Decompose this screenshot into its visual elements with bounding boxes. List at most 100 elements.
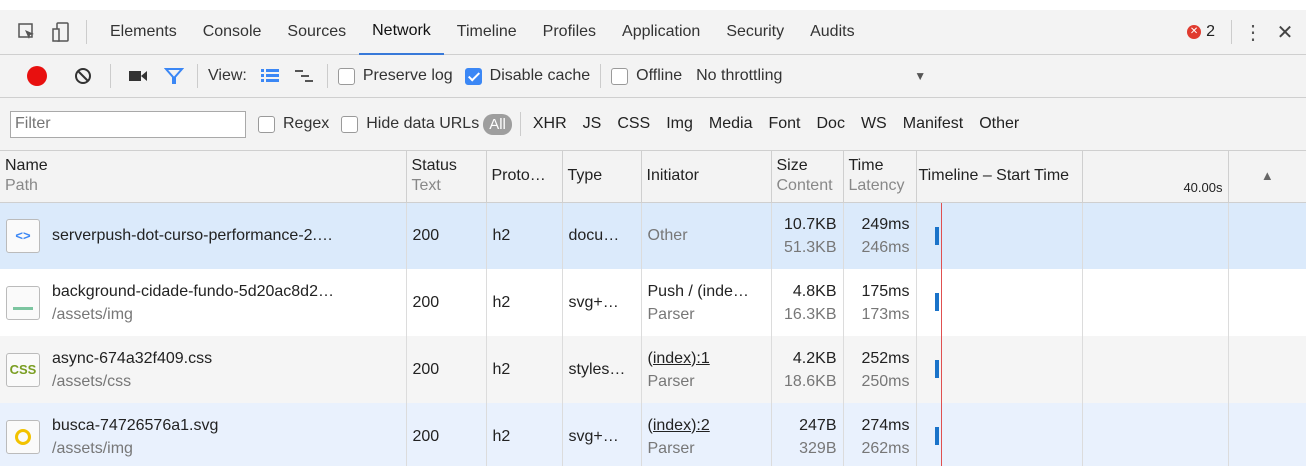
initiator-cell[interactable]: (index):2 Parser bbox=[641, 403, 772, 466]
initiator-link[interactable]: (index):2 bbox=[648, 414, 765, 437]
tab-timeline[interactable]: Timeline bbox=[444, 10, 530, 55]
filter-input[interactable] bbox=[10, 110, 246, 138]
time-value: 274ms bbox=[861, 416, 910, 434]
protocol-cell: h2 bbox=[486, 269, 563, 336]
inspect-element-icon[interactable] bbox=[12, 17, 42, 47]
initiator-type: Parser bbox=[647, 372, 695, 390]
filter-type-font[interactable]: Font bbox=[760, 115, 808, 133]
column-status[interactable]: Status Text bbox=[406, 151, 487, 203]
hide-data-urls-checkbox[interactable] bbox=[341, 115, 359, 133]
overview-button[interactable] bbox=[291, 69, 317, 83]
waterfall-cell-end bbox=[1228, 403, 1306, 466]
size-value: 247B bbox=[799, 416, 837, 434]
divider bbox=[197, 64, 198, 88]
more-menu-icon[interactable]: ⋮ bbox=[1238, 20, 1268, 45]
filter-type-css[interactable]: CSS bbox=[609, 115, 658, 133]
svg-file-icon bbox=[6, 419, 40, 454]
error-icon: ✕ bbox=[1187, 25, 1202, 39]
type-cell: svg+… bbox=[562, 403, 642, 466]
column-time[interactable]: Time Latency bbox=[843, 151, 917, 203]
filter-type-other[interactable]: Other bbox=[971, 115, 1027, 133]
large-request-rows-button[interactable] bbox=[257, 69, 283, 83]
column-type[interactable]: Type bbox=[562, 151, 642, 203]
error-badge[interactable]: ✕ 2 bbox=[1187, 23, 1215, 41]
initiator-cell[interactable]: Other bbox=[641, 202, 772, 269]
column-timeline[interactable]: Timeline – Start Time bbox=[916, 151, 1083, 203]
tab-application[interactable]: Application bbox=[609, 10, 713, 55]
name-cell[interactable]: <> serverpush-dot-curso-performance-2.… bbox=[0, 202, 407, 269]
filter-type-js[interactable]: JS bbox=[575, 115, 610, 133]
name-cell[interactable]: background-cidade-fundo-5d20ac8d2… /asset… bbox=[0, 269, 407, 336]
content-size-value: 18.6KB bbox=[784, 372, 837, 390]
view-label: View: bbox=[208, 67, 247, 84]
status-code: 200 bbox=[412, 361, 440, 378]
sort-column[interactable]: ▲ bbox=[1228, 151, 1306, 203]
protocol-value: h2 bbox=[492, 294, 511, 311]
name-cell[interactable]: CSS async-674a32f409.css/assets/css bbox=[0, 336, 407, 403]
waterfall-cell-end bbox=[1228, 202, 1306, 269]
preserve-log-checkbox[interactable] bbox=[337, 67, 355, 85]
clear-button[interactable] bbox=[70, 63, 96, 89]
filter-type-ws[interactable]: WS bbox=[853, 115, 895, 133]
request-path: /assets/img bbox=[52, 439, 133, 457]
initiator-link[interactable]: Other bbox=[648, 224, 765, 247]
tab-profiles[interactable]: Profiles bbox=[530, 10, 609, 55]
column-name[interactable]: Name Path bbox=[0, 151, 407, 203]
table-row[interactable]: background-cidade-fundo-5d20ac8d2… /asset… bbox=[0, 269, 1306, 336]
initiator-cell[interactable]: (index):1 Parser bbox=[641, 336, 772, 403]
tab-sources[interactable]: Sources bbox=[274, 10, 359, 55]
filter-bar: Regex Hide data URLs All XHRJSCSSImgMedi… bbox=[0, 98, 1306, 151]
offline-checkbox[interactable] bbox=[611, 67, 629, 85]
filter-type-media[interactable]: Media bbox=[701, 115, 761, 133]
close-icon[interactable]: ✕ bbox=[1268, 20, 1302, 45]
chevron-down-icon: ▼ bbox=[914, 69, 927, 83]
filter-type-doc[interactable]: Doc bbox=[809, 115, 853, 133]
filter-type-all[interactable]: All bbox=[483, 113, 512, 135]
protocol-cell: h2 bbox=[486, 202, 563, 269]
disable-cache-checkbox[interactable] bbox=[464, 67, 482, 85]
column-initiator-label: Initiator bbox=[646, 167, 699, 185]
size-cell: 4.2KB 18.6KB bbox=[771, 336, 844, 403]
css-file-icon: CSS bbox=[6, 352, 40, 387]
waterfall-cell-extra bbox=[1082, 403, 1229, 466]
content-size-value: 51.3KB bbox=[784, 238, 837, 256]
panel-tabs: Elements Console Sources Network Timeline Pro… bbox=[97, 10, 868, 55]
column-status-label: Status bbox=[411, 157, 457, 175]
initiator-link[interactable]: (index):1 bbox=[648, 347, 765, 370]
filter-type-manifest[interactable]: Manifest bbox=[895, 115, 971, 133]
device-toolbar-icon[interactable] bbox=[46, 17, 76, 47]
record-button[interactable] bbox=[24, 63, 50, 89]
protocol-cell: h2 bbox=[486, 336, 563, 403]
type-value: docu… bbox=[568, 227, 620, 245]
protocol-value: h2 bbox=[492, 227, 511, 245]
list-icon bbox=[260, 69, 279, 82]
size-value: 10.7KB bbox=[784, 215, 837, 233]
table-row[interactable]: busca-74726576a1.svg/assets/img 200 h2 s… bbox=[0, 403, 1306, 466]
filter-button[interactable] bbox=[161, 66, 187, 86]
capture-screenshots-button[interactable] bbox=[125, 69, 151, 83]
type-cell: svg+… bbox=[562, 269, 642, 336]
initiator-cell[interactable]: Push / (inde… Parser bbox=[641, 269, 772, 336]
filter-type-img[interactable]: Img bbox=[658, 115, 701, 133]
name-cell[interactable]: busca-74726576a1.svg/assets/img bbox=[0, 403, 407, 466]
latency-value: 250ms bbox=[861, 372, 910, 390]
type-value: svg+… bbox=[568, 428, 619, 445]
column-initiator[interactable]: Initiator bbox=[641, 151, 772, 203]
column-protocol[interactable]: Proto… bbox=[486, 151, 563, 203]
size-cell: 10.7KB 51.3KB bbox=[771, 202, 844, 269]
initiator-link[interactable]: Push / (inde… bbox=[648, 280, 765, 303]
tab-security[interactable]: Security bbox=[713, 10, 797, 55]
table-row[interactable]: CSS async-674a32f409.css/assets/css 200 … bbox=[0, 336, 1306, 403]
column-size-label: Size bbox=[776, 157, 808, 175]
tab-elements[interactable]: Elements bbox=[97, 10, 190, 55]
table-row[interactable]: <> serverpush-dot-curso-performance-2.… … bbox=[0, 202, 1306, 269]
column-size[interactable]: Size Content bbox=[771, 151, 844, 203]
regex-checkbox[interactable] bbox=[258, 115, 275, 133]
tab-console[interactable]: Console bbox=[190, 10, 275, 55]
throttling-select[interactable]: No throttling ▼ bbox=[696, 67, 926, 85]
regex-label: Regex bbox=[283, 115, 330, 132]
tab-audits[interactable]: Audits bbox=[797, 10, 867, 55]
tab-network[interactable]: Network bbox=[359, 10, 444, 55]
request-name: background-cidade-fundo-5d20ac8d2… bbox=[52, 282, 334, 300]
filter-type-xhr[interactable]: XHR bbox=[525, 115, 575, 133]
